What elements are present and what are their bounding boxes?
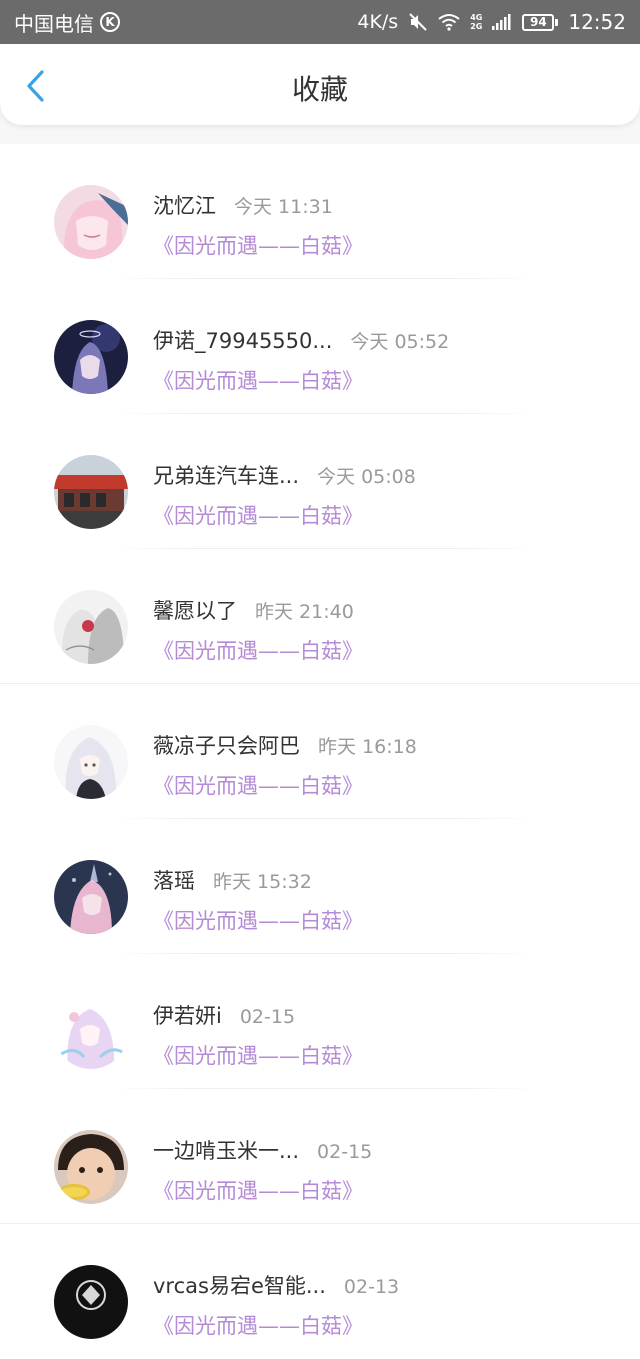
item-header: 馨愿以了 昨天 21:40 (153, 595, 354, 625)
list-item[interactable]: 伊诺_79945550... 今天 05:52 《因光而遇——白菇》 (0, 279, 640, 414)
avatar[interactable] (54, 185, 128, 259)
item-header: 沈忆江 今天 11:31 (153, 190, 333, 220)
timestamp: 昨天 21:40 (255, 601, 354, 623)
work-title-link[interactable]: 《因光而遇——白菇》 (153, 1310, 363, 1340)
avatar[interactable] (54, 860, 128, 934)
user-name[interactable]: 薇凉子只会阿巴 (153, 730, 300, 760)
item-header: vrcas易宕e智能... 02-13 (153, 1270, 399, 1300)
user-name[interactable]: 伊诺_79945550... (153, 325, 332, 355)
item-header: 薇凉子只会阿巴 昨天 16:18 (153, 730, 417, 760)
list-item[interactable]: 落瑶 昨天 15:32 《因光而遇——白菇》 (0, 819, 640, 954)
mute-icon (408, 12, 428, 32)
status-carrier-group: 中国电信 K (14, 8, 120, 37)
item-header: 伊若妍i 02-15 (153, 1000, 295, 1030)
list-item[interactable]: 兄弟连汽车连... 今天 05:08 《因光而遇——白菇》 (0, 414, 640, 549)
battery-icon: 94 (522, 13, 559, 31)
status-indicators: 4K/s 4G 2G 94 12:52 (357, 10, 626, 34)
list-item[interactable]: 沈忆江 今天 11:31 《因光而遇——白菇》 (0, 144, 640, 279)
header-area: 收藏 (0, 44, 640, 144)
user-name[interactable]: 一边啃玉米一... (153, 1135, 299, 1165)
work-title-link[interactable]: 《因光而遇——白菇》 (153, 1040, 363, 1070)
avatar[interactable] (54, 995, 128, 1069)
battery-tip (555, 18, 559, 26)
user-name[interactable]: 馨愿以了 (153, 595, 237, 625)
list-item[interactable]: vrcas易宕e智能... 02-13 《因光而遇——白菇》 (0, 1224, 640, 1359)
timestamp: 今天 11:31 (234, 196, 333, 218)
item-header: 一边啃玉米一... 02-15 (153, 1135, 372, 1165)
work-title-link[interactable]: 《因光而遇——白菇》 (153, 770, 363, 800)
page-title: 收藏 (291, 73, 348, 106)
avatar[interactable] (54, 590, 128, 664)
carrier-name: 中国电信 (14, 11, 94, 36)
header-bar: 收藏 (0, 44, 640, 125)
item-header: 伊诺_79945550... 今天 05:52 (153, 325, 449, 355)
list-item[interactable]: 薇凉子只会阿巴 昨天 16:18 《因光而遇——白菇》 (0, 684, 640, 819)
signal-icon (492, 13, 512, 31)
avatar[interactable] (54, 455, 128, 529)
work-title-link[interactable]: 《因光而遇——白菇》 (153, 635, 363, 665)
status-bar: 中国电信 K 4K/s 4G 2G 94 12:52 (0, 0, 640, 44)
timestamp: 02-13 (343, 1276, 400, 1298)
list-item[interactable]: 一边啃玉米一... 02-15 《因光而遇——白菇》 (0, 1089, 640, 1224)
network-type-bottom: 2G (470, 22, 483, 31)
list-item[interactable]: 伊若妍i 02-15 《因光而遇——白菇》 (0, 954, 640, 1089)
work-title-link[interactable]: 《因光而遇——白菇》 (153, 500, 363, 530)
user-name[interactable]: vrcas易宕e智能... (153, 1270, 326, 1300)
timestamp: 02-15 (317, 1141, 373, 1163)
item-header: 落瑶 昨天 15:32 (153, 865, 312, 895)
work-title-link[interactable]: 《因光而遇——白菇》 (153, 365, 363, 395)
avatar[interactable] (54, 725, 128, 799)
battery-level: 94 (522, 13, 555, 31)
avatar[interactable] (54, 320, 128, 394)
network-type-top: 4G (470, 13, 483, 22)
user-name[interactable]: 沈忆江 (153, 190, 216, 220)
list-item[interactable]: 馨愿以了 昨天 21:40 《因光而遇——白菇》 (0, 549, 640, 684)
clock: 12:52 (568, 10, 626, 34)
user-name[interactable]: 伊若妍i (153, 1000, 222, 1030)
timestamp: 昨天 16:18 (318, 736, 417, 758)
carrier-badge-icon: K (100, 12, 120, 32)
work-title-link[interactable]: 《因光而遇——白菇》 (153, 230, 363, 260)
avatar[interactable] (54, 1265, 128, 1339)
item-header: 兄弟连汽车连... 今天 05:08 (153, 460, 416, 490)
avatar[interactable] (54, 1130, 128, 1204)
timestamp: 今天 05:52 (350, 331, 450, 353)
user-name[interactable]: 落瑶 (153, 865, 195, 895)
timestamp: 昨天 15:32 (213, 871, 312, 893)
work-title-link[interactable]: 《因光而遇——白菇》 (153, 1175, 363, 1205)
wifi-icon (438, 13, 460, 31)
work-title-link[interactable]: 《因光而遇——白菇》 (153, 905, 363, 935)
favorites-list: 沈忆江 今天 11:31 《因光而遇——白菇》 伊诺_79945550... 今… (0, 144, 640, 1359)
network-type-label: 4G 2G (470, 13, 482, 31)
user-name[interactable]: 兄弟连汽车连... (153, 460, 299, 490)
timestamp: 02-15 (239, 1006, 296, 1028)
network-speed: 4K/s (357, 11, 399, 33)
timestamp: 今天 05:08 (317, 466, 416, 488)
